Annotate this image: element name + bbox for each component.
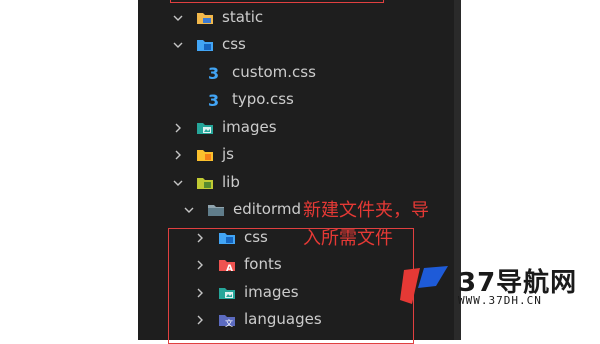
tree-item-label: typo.css bbox=[232, 90, 294, 108]
annotation-line-2: 入所需文件 bbox=[303, 228, 393, 249]
folder-static-icon bbox=[196, 9, 214, 27]
tree-item-custom-css[interactable]: 3 custom.css bbox=[206, 59, 316, 86]
folder-languages-icon: 文 bbox=[218, 311, 236, 329]
folder-fonts-icon: A bbox=[218, 256, 236, 274]
tree-item-fonts[interactable]: A fonts bbox=[194, 251, 282, 278]
annotation-line-1: 新建文件夹，导 bbox=[303, 200, 429, 221]
watermark-url: WWW.37DH.CN bbox=[458, 294, 542, 307]
annotation-text: 新建文件夹，导 入所需文件 bbox=[303, 197, 429, 253]
svg-text:文: 文 bbox=[225, 318, 233, 328]
tree-item-label: custom.css bbox=[232, 63, 316, 81]
folder-js-icon bbox=[196, 146, 214, 164]
tree-item-languages[interactable]: 文 languages bbox=[194, 306, 322, 333]
chevron-right-icon[interactable] bbox=[194, 314, 206, 326]
tree-item-images[interactable]: images bbox=[172, 114, 277, 141]
chevron-down-icon[interactable] bbox=[172, 12, 184, 24]
watermark: 37导航网 WWW.37DH.CN bbox=[398, 262, 598, 308]
css-file-icon: 3 bbox=[206, 64, 224, 82]
chevron-right-icon[interactable] bbox=[194, 287, 206, 299]
folder-lib-icon bbox=[196, 174, 214, 192]
tree-item-editormd[interactable]: editormd bbox=[183, 196, 301, 223]
tree-item-label: languages bbox=[244, 310, 322, 328]
tree-item-label: css bbox=[244, 228, 268, 246]
tree-item-js[interactable]: js bbox=[172, 141, 234, 168]
css-file-icon: 3 bbox=[206, 91, 224, 109]
chevron-right-icon[interactable] bbox=[194, 259, 206, 271]
tree-item-css[interactable]: css bbox=[172, 31, 246, 58]
chevron-right-icon[interactable] bbox=[172, 149, 184, 161]
tree-item-static[interactable]: static bbox=[172, 4, 263, 31]
folder-css-icon bbox=[218, 229, 236, 247]
folder-images-icon bbox=[218, 284, 236, 302]
tree-item-label: images bbox=[222, 118, 277, 136]
tree-item-label: static bbox=[222, 8, 264, 26]
tree-item-label: images bbox=[244, 283, 299, 301]
svg-text:3: 3 bbox=[208, 64, 219, 82]
page-margin-left bbox=[0, 0, 138, 340]
chevron-down-icon[interactable] bbox=[183, 204, 195, 216]
chevron-right-icon[interactable] bbox=[172, 122, 184, 134]
tree-item-label: css bbox=[222, 35, 246, 53]
svg-text:A: A bbox=[226, 264, 233, 274]
chevron-down-icon[interactable] bbox=[172, 177, 184, 189]
chevron-down-icon[interactable] bbox=[172, 39, 184, 51]
folder-images-icon bbox=[196, 119, 214, 137]
tree-item-lib[interactable]: lib bbox=[172, 169, 240, 196]
tree-item-typo-css[interactable]: 3 typo.css bbox=[206, 86, 294, 113]
tree-item-label: js bbox=[222, 145, 234, 163]
tree-item-editormd-images[interactable]: images bbox=[194, 279, 299, 306]
tree-item-label: editormd bbox=[233, 200, 302, 218]
folder-icon bbox=[207, 201, 225, 219]
watermark-logo-icon bbox=[400, 266, 448, 304]
tree-item-label: lib bbox=[222, 173, 240, 191]
chevron-right-icon[interactable] bbox=[194, 232, 206, 244]
svg-text:3: 3 bbox=[208, 91, 219, 109]
tree-item-label: fonts bbox=[244, 255, 282, 273]
folder-css-icon bbox=[196, 36, 214, 54]
tree-item-editormd-css[interactable]: css bbox=[194, 224, 268, 251]
